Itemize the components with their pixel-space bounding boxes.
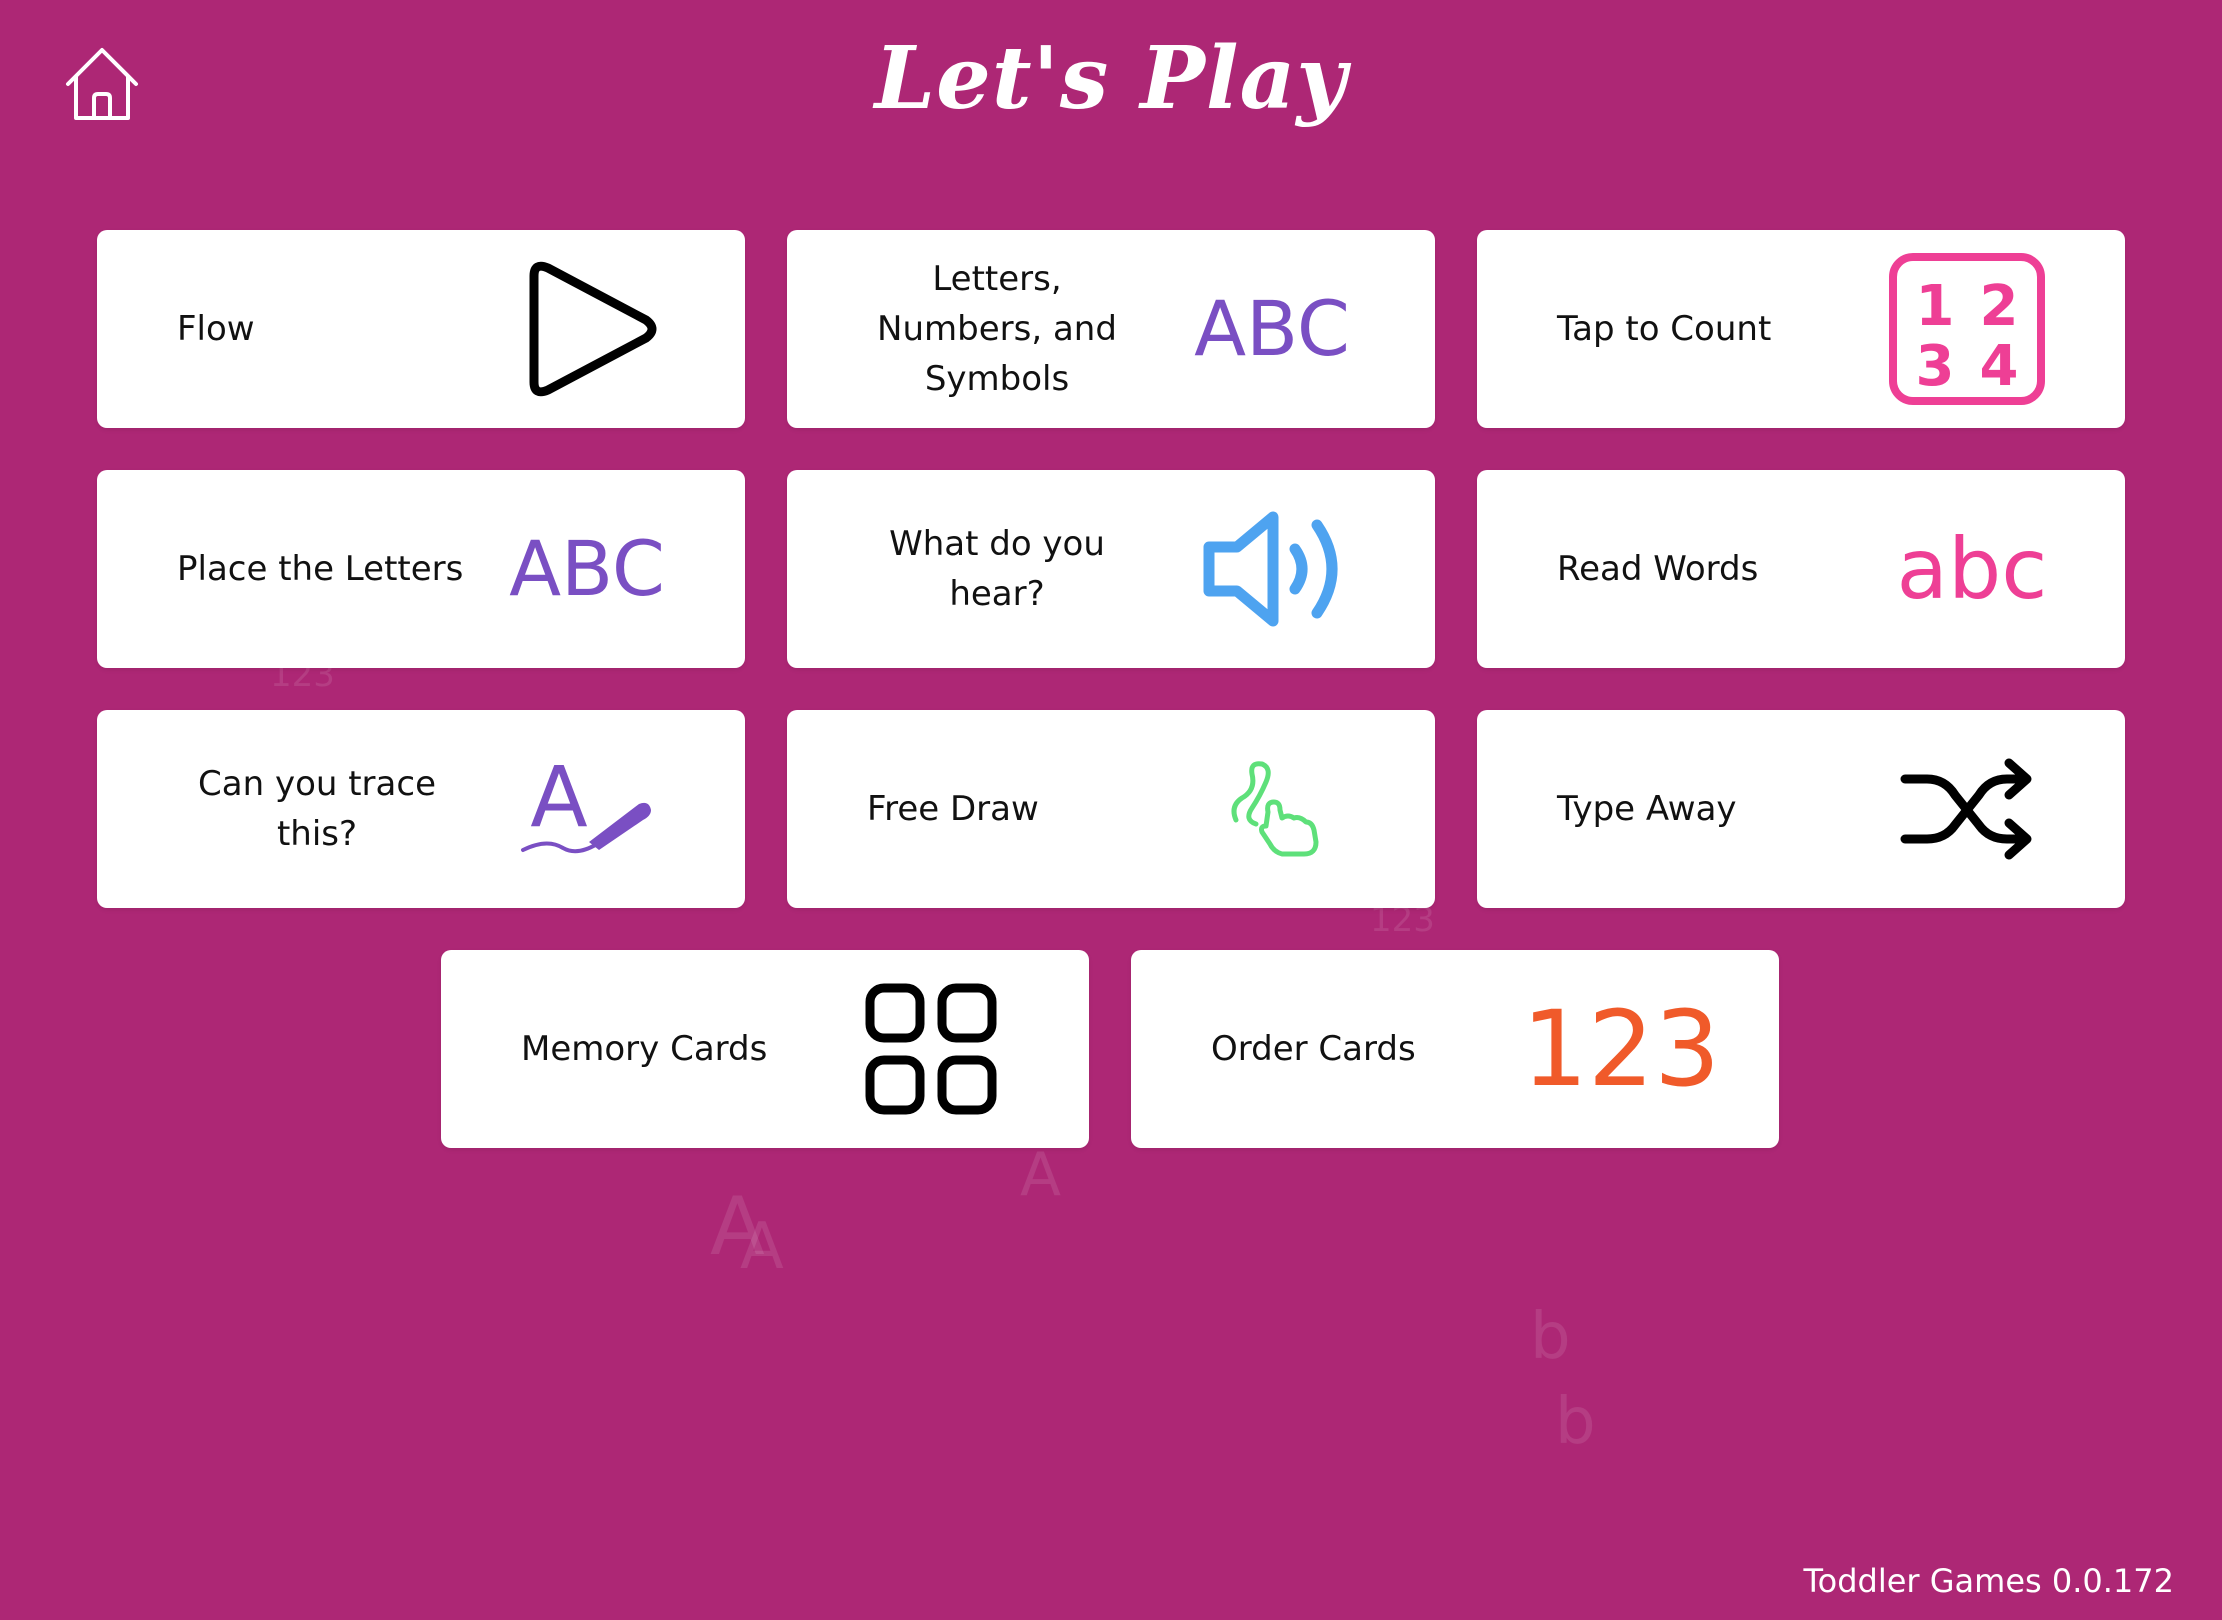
abc-uppercase-icon: ABC bbox=[509, 524, 665, 613]
numbers-grid-icon: 1 2 3 4 bbox=[1877, 230, 2057, 428]
background-decoration: b bbox=[1555, 1385, 1596, 1459]
card-label: What do you hear? bbox=[889, 524, 1105, 614]
game-card-place-the-letters[interactable]: Place the Letters ABC bbox=[97, 470, 745, 668]
card-label: Type Away bbox=[1557, 789, 1737, 829]
game-card-can-you-trace-this[interactable]: Can you trace this? A bbox=[97, 710, 745, 908]
speaker-icon bbox=[1187, 470, 1367, 668]
game-card-tap-to-count[interactable]: Tap to Count 1 2 3 4 bbox=[1477, 230, 2125, 428]
digit-1: 1 bbox=[1916, 274, 1955, 339]
card-label: Order Cards bbox=[1211, 1029, 1416, 1069]
trace-letter-icon: A bbox=[497, 710, 677, 908]
abc-lowercase-icon: abc bbox=[1896, 520, 2048, 618]
game-card-what-do-you-hear[interactable]: What do you hear? bbox=[787, 470, 1435, 668]
grid-squares-icon bbox=[841, 950, 1021, 1148]
card-label: Read Words bbox=[1557, 549, 1759, 589]
game-card-type-away[interactable]: Type Away bbox=[1477, 710, 2125, 908]
card-label: Memory Cards bbox=[521, 1029, 768, 1069]
card-label: Free Draw bbox=[867, 789, 1039, 829]
finger-draw-icon bbox=[1187, 710, 1367, 908]
background-decoration: b bbox=[1530, 1300, 1571, 1374]
game-card-read-words[interactable]: Read Words abc bbox=[1477, 470, 2125, 668]
shuffle-icon bbox=[1877, 710, 2057, 908]
numbers-123-icon: 123 bbox=[1521, 988, 1721, 1110]
play-icon bbox=[497, 230, 677, 428]
background-decoration: A bbox=[1020, 1140, 1062, 1210]
game-card-memory-cards[interactable]: Memory Cards bbox=[441, 950, 1089, 1148]
digit-4: 4 bbox=[1980, 334, 2019, 399]
card-label: Can you trace this? bbox=[198, 764, 436, 854]
version-label: Toddler Games 0.0.172 bbox=[1803, 1562, 2174, 1600]
digit-2: 2 bbox=[1980, 274, 2019, 339]
game-card-flow[interactable]: Flow bbox=[97, 230, 745, 428]
page-title: Let's Play bbox=[874, 28, 1348, 129]
trace-letter: A bbox=[530, 754, 587, 846]
game-card-letters-numbers-symbols[interactable]: Letters, Numbers, and Symbols ABC bbox=[787, 230, 1435, 428]
abc-uppercase-icon: ABC bbox=[1194, 284, 1350, 373]
card-label: Letters, Numbers, and Symbols bbox=[877, 259, 1117, 399]
background-decoration: A bbox=[740, 1210, 784, 1284]
digit-3: 3 bbox=[1916, 334, 1955, 399]
card-label: Place the Letters bbox=[177, 549, 464, 589]
card-label: Flow bbox=[177, 309, 255, 349]
game-card-free-draw[interactable]: Free Draw bbox=[787, 710, 1435, 908]
card-label: Tap to Count bbox=[1557, 309, 1772, 349]
game-card-order-cards[interactable]: Order Cards 123 bbox=[1131, 950, 1779, 1148]
background-decoration: A bbox=[710, 1180, 765, 1273]
